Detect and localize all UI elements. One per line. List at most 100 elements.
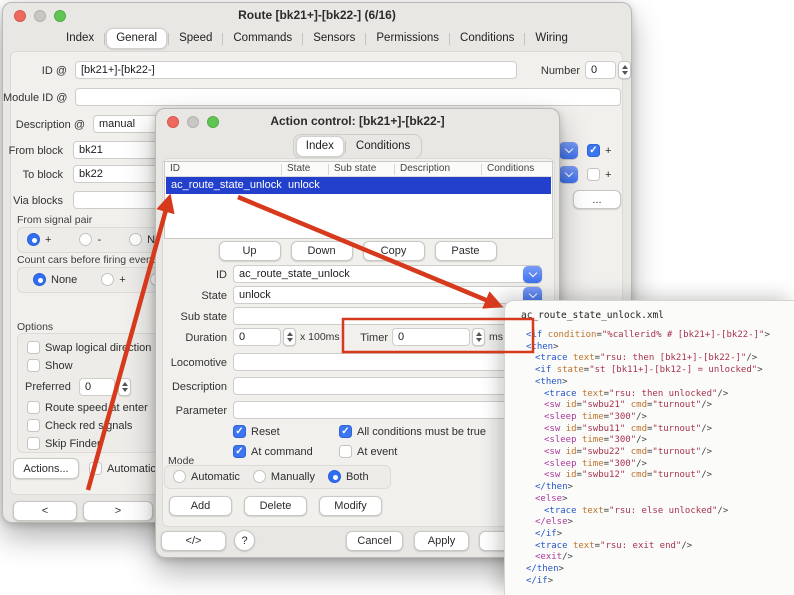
- sub-state-field[interactable]: [233, 307, 541, 325]
- action-id-combo[interactable]: ac_route_state_unlock: [233, 265, 541, 283]
- from-block-checkbox[interactable]: ✓: [587, 144, 600, 157]
- checkbox-label: At event: [357, 446, 397, 458]
- duration-field[interactable]: 0: [233, 328, 281, 346]
- down-button[interactable]: Down: [291, 241, 353, 261]
- tab-sensors[interactable]: Sensors: [304, 29, 364, 48]
- tab-index[interactable]: Index: [57, 29, 103, 48]
- column-header-description[interactable]: Description: [400, 163, 450, 174]
- checkbox-skip-finder[interactable]: Skip Finder: [27, 437, 148, 450]
- automatic-checkbox-row: Automatic g: [89, 462, 165, 475]
- to-block-plus-label: +: [605, 169, 611, 181]
- action-id-dropdown-icon[interactable]: [523, 266, 542, 283]
- actions-button[interactable]: Actions...: [13, 458, 79, 479]
- actions-table-selected-row[interactable]: ac_route_state_unlockunlock: [166, 177, 551, 194]
- tab-conditions[interactable]: Conditions: [451, 29, 523, 48]
- column-header-sub-state[interactable]: Sub state: [334, 163, 376, 174]
- state-combo[interactable]: unlock: [233, 286, 541, 304]
- radio-none[interactable]: None: [33, 273, 77, 286]
- column-header-state[interactable]: State: [287, 163, 310, 174]
- checkbox-box[interactable]: ✓: [233, 425, 246, 438]
- checkbox-reset[interactable]: ✓Reset: [233, 425, 339, 438]
- checkbox-box[interactable]: [27, 341, 40, 354]
- route-titlebar[interactable]: Route [bk21+]-[bk22-] (6/16): [3, 3, 631, 27]
- number-field[interactable]: 0: [585, 61, 616, 79]
- tab-conditions[interactable]: Conditions: [347, 137, 419, 156]
- checkbox-at-event[interactable]: At event: [339, 445, 486, 458]
- modify-button[interactable]: Modify: [319, 496, 382, 516]
- from-block-label: From block: [3, 142, 63, 160]
- checkbox-swap-logical-direction-po[interactable]: Swap logical direction po: [27, 341, 167, 354]
- action-titlebar[interactable]: Action control: [bk21+]-[bk22-]: [156, 109, 559, 133]
- xml-code-line: <sw id="swbu11" cmd="turnout"/>: [513, 424, 792, 436]
- checkbox-box[interactable]: [339, 445, 352, 458]
- tab-commands[interactable]: Commands: [224, 29, 301, 48]
- options-checkboxes-top: Swap logical direction po Show: [27, 341, 167, 372]
- column-header-conditions[interactable]: Conditions: [487, 163, 534, 174]
- radio-dot: [253, 470, 266, 483]
- module-id-field[interactable]: [75, 88, 621, 106]
- radio-item[interactable]: +: [27, 233, 51, 246]
- from-block-dropdown-icon[interactable]: [559, 142, 578, 159]
- copy-button[interactable]: Copy: [363, 241, 425, 261]
- actions-table[interactable]: ID State Sub state Description Conditions ac…: [164, 161, 553, 239]
- action-description-field[interactable]: [233, 377, 541, 395]
- locomotive-field[interactable]: [233, 353, 541, 371]
- xml-code-line: <if state="st [bk11+]-[bk12-] = unlocked…: [513, 365, 792, 377]
- minimize-icon[interactable]: [34, 10, 46, 22]
- timer-stepper[interactable]: [472, 328, 485, 346]
- next-route-button[interactable]: >: [83, 501, 153, 521]
- radio-dot: [101, 273, 114, 286]
- parameter-field[interactable]: [233, 401, 541, 419]
- duration-stepper[interactable]: [283, 328, 296, 346]
- delete-button[interactable]: Delete: [244, 496, 307, 516]
- tab-speed[interactable]: Speed: [170, 29, 221, 48]
- checkbox-box[interactable]: [27, 437, 40, 450]
- paste-button[interactable]: Paste: [435, 241, 497, 261]
- cancel-button[interactable]: Cancel: [346, 531, 403, 551]
- checkbox-show[interactable]: Show: [27, 359, 167, 372]
- checkbox-check-red-signals[interactable]: Check red signals: [27, 419, 148, 432]
- radio-item[interactable]: -: [79, 233, 101, 246]
- number-stepper[interactable]: [618, 61, 631, 79]
- checkbox-all-conditions-must-be-true[interactable]: ✓All conditions must be true: [339, 425, 486, 438]
- radio-automatic[interactable]: Automatic: [173, 470, 240, 483]
- checkbox-box[interactable]: [27, 401, 40, 414]
- checkbox-route-speed-at-enter[interactable]: Route speed at enter: [27, 401, 148, 414]
- checkbox-box[interactable]: ✓: [339, 425, 352, 438]
- checkbox-box[interactable]: [27, 419, 40, 432]
- tab-wiring[interactable]: Wiring: [526, 29, 577, 48]
- close-icon[interactable]: [167, 116, 179, 128]
- xml-code-line: </then>: [513, 482, 792, 494]
- radio-manually[interactable]: Manually: [253, 470, 315, 483]
- checkbox-box[interactable]: [27, 359, 40, 372]
- preferred-stepper[interactable]: [118, 378, 131, 396]
- previous-route-button[interactable]: <: [13, 501, 77, 521]
- action-window-title: Action control: [bk21+]-[bk22-]: [216, 113, 499, 129]
- preferred-field[interactable]: 0: [79, 378, 115, 396]
- up-button[interactable]: Up: [219, 241, 281, 261]
- timer-unit-label: ms: [489, 328, 503, 346]
- close-icon[interactable]: [14, 10, 26, 22]
- xml-code-line: <sw id="swbu22" cmd="turnout"/>: [513, 447, 792, 459]
- radio-both[interactable]: Both: [328, 470, 369, 483]
- add-button[interactable]: Add: [169, 496, 232, 516]
- tab-separator: [168, 33, 169, 45]
- tab-index[interactable]: Index: [296, 136, 344, 157]
- tab-permissions[interactable]: Permissions: [367, 29, 448, 48]
- tab-general[interactable]: General: [106, 28, 167, 49]
- radio-item[interactable]: +: [101, 273, 125, 286]
- xml-code-button[interactable]: </>: [161, 531, 226, 551]
- checkbox-at-command[interactable]: ✓At command: [233, 445, 339, 458]
- apply-button[interactable]: Apply: [414, 531, 469, 551]
- column-header-id[interactable]: ID: [170, 163, 180, 174]
- via-blocks-browse-button[interactable]: ...: [573, 190, 621, 209]
- automatic-checkbox[interactable]: [89, 462, 102, 475]
- to-block-label: To block: [3, 166, 63, 184]
- minimize-icon[interactable]: [187, 116, 199, 128]
- route-id-field[interactable]: [bk21+]-[bk22-]: [75, 61, 517, 79]
- checkbox-box[interactable]: ✓: [233, 445, 246, 458]
- to-block-checkbox[interactable]: [587, 168, 600, 181]
- help-button[interactable]: ?: [234, 530, 255, 551]
- timer-field[interactable]: 0: [392, 328, 470, 346]
- to-block-dropdown-icon[interactable]: [559, 166, 578, 183]
